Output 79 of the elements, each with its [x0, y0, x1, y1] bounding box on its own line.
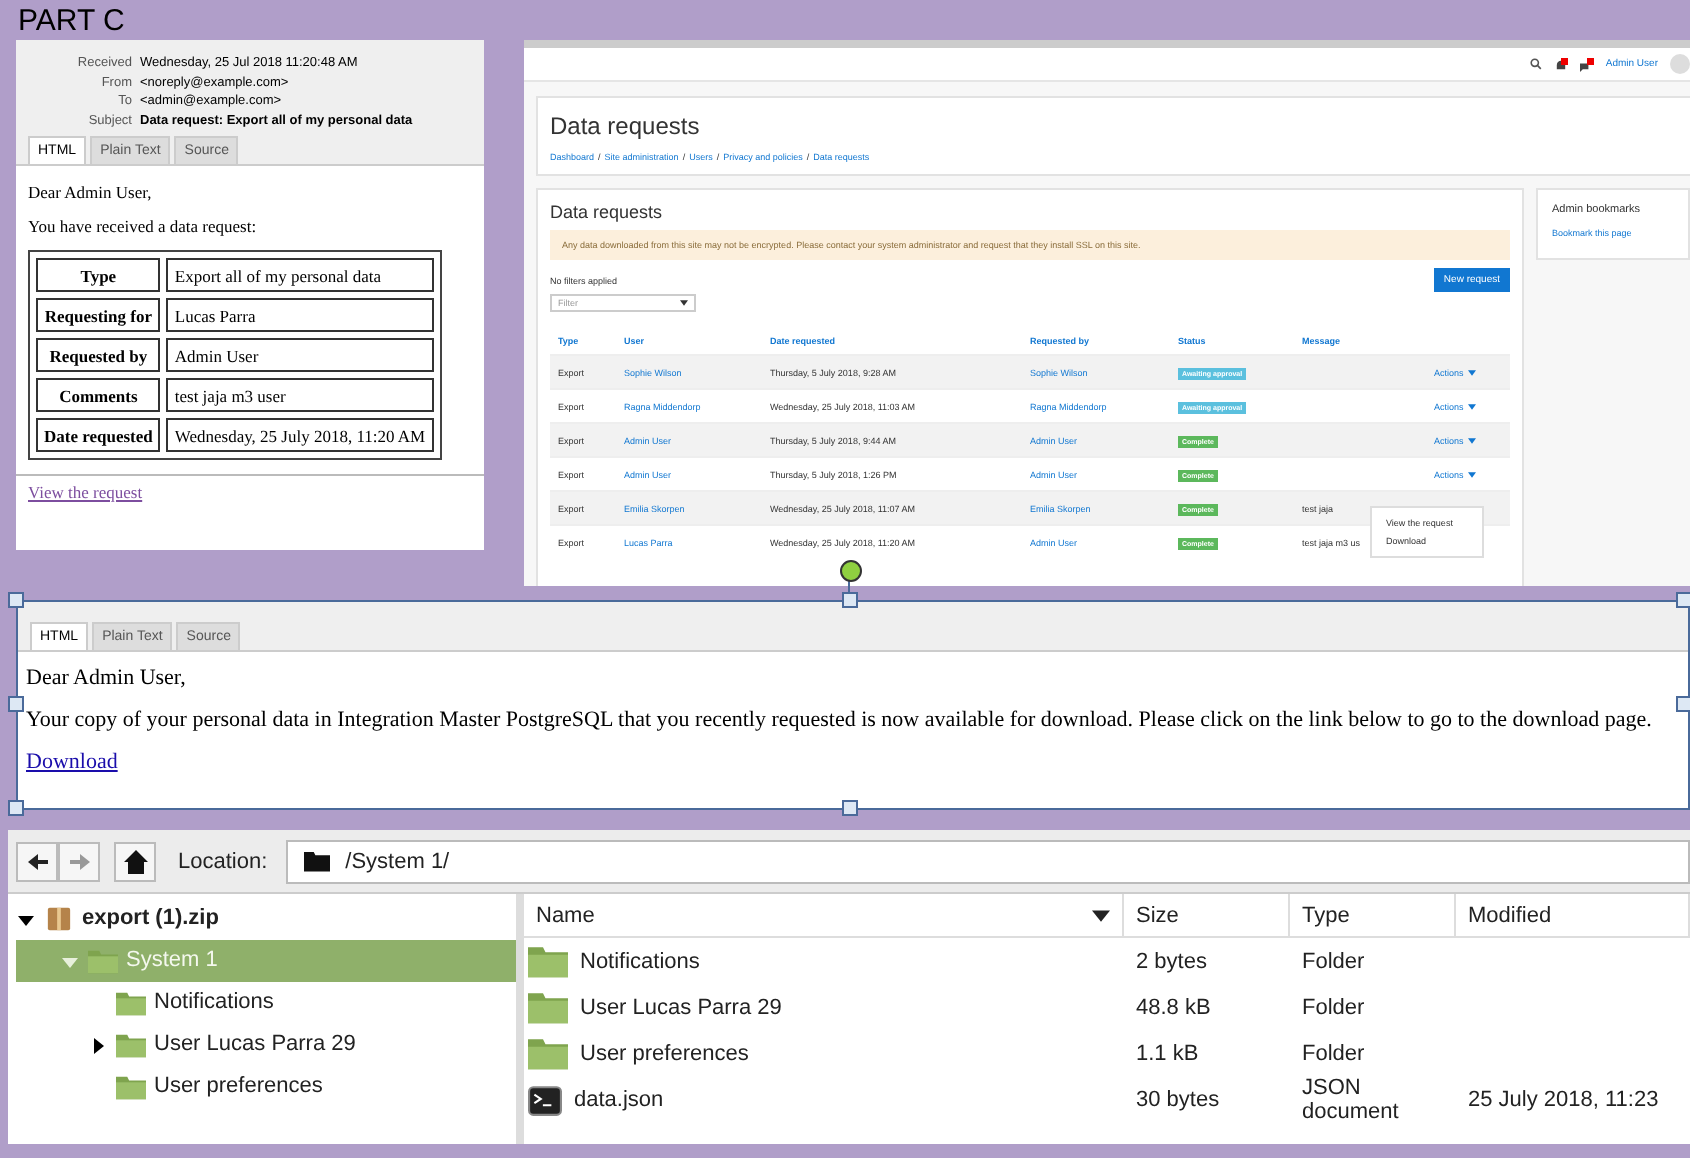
folder-icon — [116, 1032, 146, 1058]
column-header[interactable]: Modified — [1456, 894, 1690, 936]
search-icon[interactable] — [1529, 58, 1542, 70]
folder-icon — [528, 944, 568, 978]
resize-handle[interactable] — [8, 696, 24, 712]
caret-icon — [1467, 471, 1476, 477]
caret-icon — [1467, 437, 1476, 443]
folder-icon — [116, 990, 146, 1016]
terminal-file-icon — [528, 1085, 562, 1115]
folder-icon — [528, 1036, 568, 1070]
file-row[interactable]: User preferences 1.1 kB Folder — [524, 1030, 1690, 1076]
detail-value: Export all of my personal data — [166, 258, 434, 292]
resize-handle[interactable] — [1676, 696, 1690, 712]
resize-handle[interactable] — [8, 800, 24, 816]
resize-handle[interactable] — [1676, 592, 1690, 608]
detail-label: Date requested — [36, 418, 161, 452]
file-row[interactable]: User Lucas Parra 29 48.8 kB Folder — [524, 984, 1690, 1030]
file-size: 2 bytes — [1134, 949, 1209, 973]
folder-icon — [303, 850, 330, 872]
file-type: JSON document — [1300, 1076, 1401, 1124]
column-header[interactable]: Type — [1290, 894, 1456, 936]
location-field[interactable]: /System 1/ — [285, 839, 1690, 883]
file-name: User preferences — [580, 1041, 749, 1065]
forward-arrow-icon — [69, 851, 89, 871]
tree-item[interactable]: Notifications — [8, 982, 516, 1024]
detail-label: Type — [36, 258, 161, 292]
intro-text: You have received a data request: — [28, 216, 259, 236]
detail-value: test jaja m3 user — [166, 378, 434, 412]
file-name: User Lucas Parra 29 — [580, 995, 782, 1019]
detail-label: Requesting for — [36, 298, 161, 332]
file-name: data.json — [574, 1088, 664, 1112]
column-header[interactable]: Name — [524, 894, 1124, 936]
resize-handle[interactable] — [8, 592, 24, 608]
sort-arrow-icon — [1092, 909, 1110, 921]
section-heading: Data requests — [550, 202, 665, 222]
resize-handle[interactable] — [842, 800, 858, 816]
file-type: Folder — [1300, 995, 1367, 1019]
file-size: 48.8 kB — [1134, 995, 1213, 1019]
file-type: Folder — [1300, 949, 1367, 973]
page-title: PART C — [18, 4, 125, 38]
detail-label: Requested by — [36, 338, 161, 372]
resize-handle[interactable] — [842, 592, 858, 608]
tree-item[interactable]: User preferences — [8, 1066, 516, 1108]
detail-value: Admin User — [166, 338, 434, 372]
bell-icon[interactable] — [1553, 57, 1568, 71]
caret-icon — [1467, 403, 1476, 409]
column-header[interactable]: Size — [1124, 894, 1290, 936]
file-type: Folder — [1300, 1041, 1367, 1065]
location-label: Location: — [178, 849, 268, 873]
greeting-text: Dear Admin User, — [28, 182, 154, 202]
tree-item[interactable]: export (1).zip — [8, 898, 516, 940]
greeting-text: Dear Admin User, — [26, 666, 188, 690]
detail-value: Wednesday, 25 July 2018, 11:20 AM — [166, 418, 434, 452]
detail-label: Comments — [36, 378, 161, 412]
tree-item[interactable]: User Lucas Parra 29 — [8, 1024, 516, 1066]
detail-value: Lucas Parra — [166, 298, 434, 332]
home-icon — [123, 849, 147, 873]
download-link[interactable]: Download — [26, 750, 118, 774]
folder-icon — [88, 948, 118, 974]
file-row[interactable]: Notifications 2 bytes Folder — [524, 938, 1690, 984]
file-row[interactable]: data.json 30 bytes JSON document 25 July 2018, 11:23 — [524, 1076, 1690, 1122]
home-button[interactable] — [114, 841, 156, 881]
body-text: Your copy of your personal data in Integration Master PostgreSQL that you recently requested is now available for download. Please click on the link below to go to the download page. — [26, 708, 1654, 732]
folder-icon — [528, 990, 568, 1024]
file-name: Notifications — [580, 949, 700, 973]
caret-icon — [1467, 369, 1476, 375]
chat-icon[interactable] — [1579, 57, 1594, 71]
expanded-arrow-icon[interactable] — [18, 911, 34, 927]
archive-icon — [44, 906, 74, 932]
file-size: 1.1 kB — [1134, 1041, 1201, 1065]
page-heading: Data requests — [550, 112, 700, 140]
file-modified: 25 July 2018, 11:23 — [1468, 1088, 1659, 1112]
file-size: 30 bytes — [1134, 1088, 1222, 1112]
collapsed-arrow-icon[interactable] — [90, 1037, 106, 1053]
folder-icon — [116, 1074, 146, 1100]
view-request-link[interactable]: View the request — [28, 482, 143, 502]
back-arrow-icon — [27, 851, 47, 871]
caret-icon — [680, 300, 688, 306]
back-button[interactable] — [16, 841, 58, 881]
